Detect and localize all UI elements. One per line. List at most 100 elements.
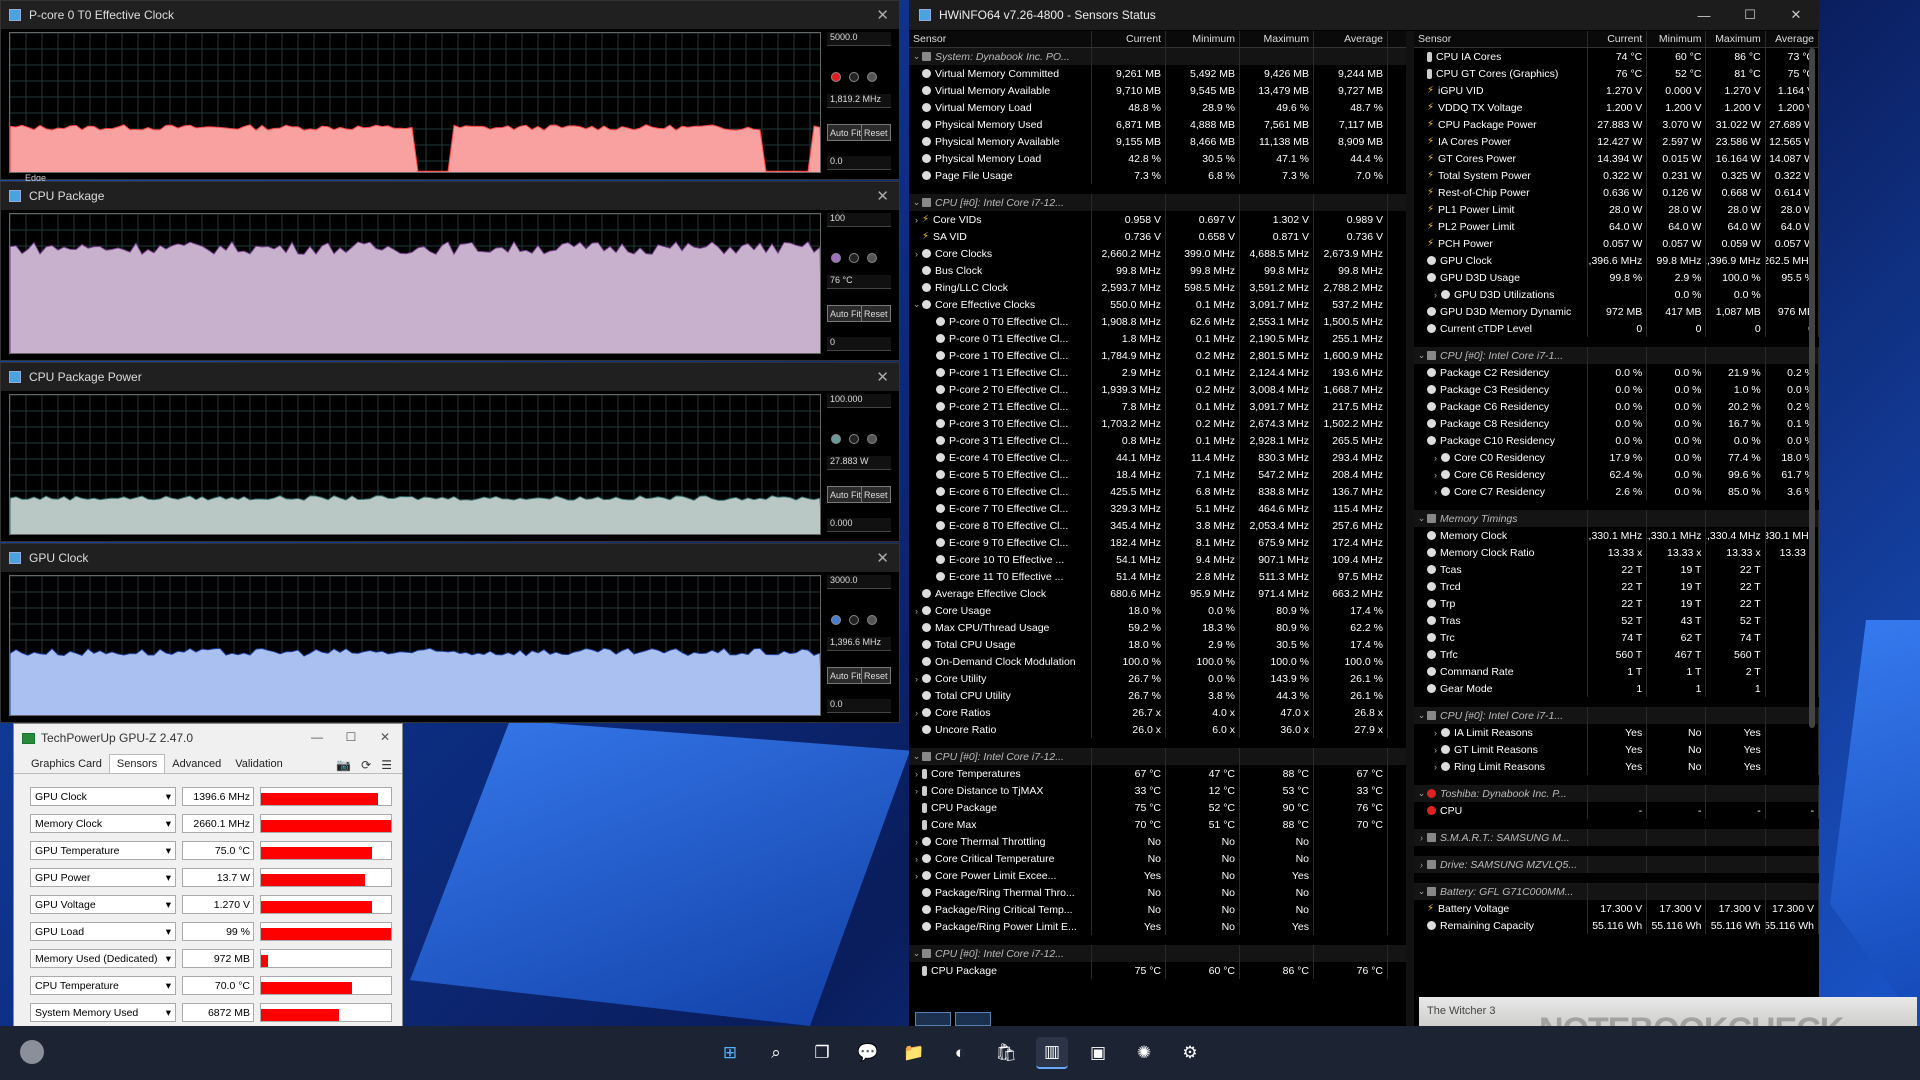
sensor-row[interactable]: Trfc 560 T 467 T 560 T [1414, 646, 1819, 663]
sensor-row[interactable]: Memory Clock 1,330.1 MHz 1,330.1 MHz 1,330.… [1414, 527, 1819, 544]
sensor-row[interactable]: P-core 3 T1 Effective Cl... 0.8 MHz 0.1 MH… [909, 432, 1406, 449]
sensor-row[interactable]: ⚡ SA VID 0.736 V 0.658 V 0.871 V 0.736 V [909, 228, 1406, 245]
sensor-row[interactable]: P-core 2 T0 Effective Cl... 1,939.3 MHz 0.… [909, 381, 1406, 398]
sensor-row[interactable]: E-core 8 T0 Effective Cl... 345.4 MHz 3.8 … [909, 517, 1406, 534]
expand-icon[interactable]: › [911, 215, 922, 225]
sensor-row[interactable]: › GT Limit Reasons Yes No Yes [1414, 741, 1819, 758]
sensor-row[interactable]: CPU GT Cores (Graphics) 76 °C 52 °C 81 °C 75… [1414, 65, 1819, 82]
sensor-row[interactable]: › Core Usage 18.0 % 0.0 % 80.9 % 17.4 % [909, 602, 1406, 619]
sensor-row[interactable]: P-core 2 T1 Effective Cl... 7.8 MHz 0.1 MH… [909, 398, 1406, 415]
color-swatch[interactable] [831, 253, 841, 263]
column-header-current[interactable]: Current [1588, 31, 1648, 47]
sensor-row[interactable]: ⚡ Total System Power 0.322 W 0.231 W 0.325 W… [1414, 167, 1819, 184]
expand-icon[interactable]: › [911, 769, 922, 779]
tab-advanced[interactable]: Advanced [165, 755, 228, 773]
close-button[interactable]: ✕ [1773, 0, 1819, 30]
sensor-row[interactable]: Page File Usage 7.3 % 6.8 % 7.3 % 7.0 % [909, 167, 1406, 184]
collapse-icon[interactable]: ⌄ [1416, 513, 1427, 524]
sensor-group-row[interactable]: ⌄ Toshiba: Dynabook Inc. P... [1414, 785, 1819, 802]
app-icon[interactable]: ⚙ [1174, 1037, 1206, 1069]
sensor-row[interactable]: On-Demand Clock Modulation 100.0 % 100.0 %… [909, 653, 1406, 670]
expand-icon[interactable]: › [911, 837, 922, 847]
sensor-row[interactable]: Trcd 22 T 19 T 22 T [1414, 578, 1819, 595]
sensor-row[interactable]: E-core 4 T0 Effective Cl... 44.1 MHz 11.4 … [909, 449, 1406, 466]
sensor-row[interactable]: › Core Power Limit Excee... Yes No Yes [909, 867, 1406, 884]
color-swatch[interactable] [849, 615, 859, 625]
sensor-select[interactable]: Memory Clock ▾ [30, 814, 176, 833]
auto-fit-button[interactable]: Auto Fit [827, 124, 865, 141]
auto-fit-button[interactable]: Auto Fit [827, 486, 865, 503]
sensor-row[interactable]: ⌄ Core Effective Clocks 550.0 MHz 0.1 MHz 3,… [909, 296, 1406, 313]
sensor-group-row[interactable]: ⌄ CPU [#0]: Intel Core i7-1... [1414, 707, 1819, 724]
sensor-row[interactable]: Uncore Ratio 26.0 x 6.0 x 36.0 x 27.9 x [909, 721, 1406, 738]
sensor-row[interactable]: Package C6 Residency 0.0 % 0.0 % 20.2 % 0.2 … [1414, 398, 1819, 415]
edge-icon[interactable]: ◐ [944, 1037, 976, 1069]
close-button[interactable]: ✕ [368, 724, 402, 750]
sensor-group-row[interactable]: ⌄ CPU [#0]: Intel Core i7-1... [1414, 347, 1819, 364]
reset-button[interactable]: Reset [861, 667, 891, 684]
sensor-pane-left[interactable]: Sensor Current Minimum Maximum Average ⌄ Syste… [909, 31, 1406, 1024]
sensor-row[interactable]: GPU D3D Usage 99.8 % 2.9 % 100.0 % 95.5 % [1414, 269, 1819, 286]
close-icon[interactable]: ✕ [876, 549, 889, 567]
tab-sensors[interactable]: Sensors [108, 754, 166, 773]
sensor-row[interactable]: E-core 7 T0 Effective Cl... 329.3 MHz 5.1 … [909, 500, 1406, 517]
sensor-row[interactable]: ⚡ PCH Power 0.057 W 0.057 W 0.059 W 0.057 W [1414, 235, 1819, 252]
collapse-icon[interactable]: ⌄ [911, 51, 922, 62]
sensor-pane-right[interactable]: Sensor Current Minimum Maximum Average CPU IA… [1414, 31, 1819, 997]
close-icon[interactable]: ✕ [876, 187, 889, 205]
sensor-row[interactable]: ⚡ VDDQ TX Voltage 1.200 V 1.200 V 1.200 V 1.2… [1414, 99, 1819, 116]
sensor-row[interactable]: Package C2 Residency 0.0 % 0.0 % 21.9 % 0.2 … [1414, 364, 1819, 381]
sensor-row[interactable]: P-core 1 T1 Effective Cl... 2.9 MHz 0.1 MH… [909, 364, 1406, 381]
expand-icon[interactable]: › [1430, 745, 1441, 755]
sensor-row[interactable]: Current cTDP Level0000 [1414, 320, 1819, 337]
sensor-row[interactable]: CPU - - - - [1414, 802, 1819, 819]
color-swatch[interactable] [849, 434, 859, 444]
scrollbar[interactable] [1809, 48, 1815, 728]
sensor-row[interactable]: Package/Ring Power Limit E... Yes No Yes [909, 918, 1406, 935]
close-icon[interactable]: ✕ [876, 6, 889, 24]
sensor-row[interactable]: GPU Clock1,396.6 MHz99.8 MHz1,396.9 MHz1… [1414, 252, 1819, 269]
auto-fit-button[interactable]: Auto Fit [827, 305, 865, 322]
sensor-row[interactable]: GPU D3D Memory Dynamic 972 MB 417 MB 1,087 … [1414, 303, 1819, 320]
expand-icon[interactable]: › [1430, 470, 1441, 480]
sensor-row[interactable]: P-core 0 T1 Effective Cl... 1.8 MHz 0.1 MH… [909, 330, 1406, 347]
refresh-icon[interactable]: ⟳ [361, 758, 371, 772]
sensor-row[interactable]: Tras 52 T 43 T 52 T [1414, 612, 1819, 629]
expand-icon[interactable]: › [1430, 728, 1441, 738]
store-icon[interactable]: 🛍 [990, 1037, 1022, 1069]
sensor-select[interactable]: GPU Voltage ▾ [30, 895, 176, 914]
color-swatch[interactable] [831, 615, 841, 625]
expand-icon[interactable]: › [911, 674, 922, 684]
column-header-minimum[interactable]: Minimum [1166, 31, 1240, 47]
collapse-icon[interactable]: ⌄ [1416, 788, 1427, 799]
collapse-icon[interactable]: ⌄ [1416, 350, 1427, 361]
expand-icon[interactable]: › [1430, 453, 1441, 463]
expand-icon[interactable]: › [911, 854, 922, 864]
column-header-sensor[interactable]: Sensor [1414, 31, 1588, 47]
sensor-row[interactable]: Virtual Memory Committed 9,261 MB 5,492 MB… [909, 65, 1406, 82]
sensor-row[interactable]: P-core 1 T0 Effective Cl... 1,784.9 MHz 0.… [909, 347, 1406, 364]
color-swatch[interactable] [831, 72, 841, 82]
sensor-row[interactable]: Package C10 Residency 0.0 % 0.0 % 0.0 % 0.0 … [1414, 432, 1819, 449]
sensor-group-row[interactable]: › Drive: SAMSUNG MZVLQ5... [1414, 856, 1819, 873]
sensor-row[interactable]: CPU Package 75 °C 52 °C 90 °C 76 °C [909, 799, 1406, 816]
sensor-group-row[interactable]: ⌄ CPU [#0]: Intel Core i7-12... [909, 748, 1406, 765]
sensor-row[interactable]: Command Rate 1 T1 T2 T [1414, 663, 1819, 680]
sensor-row[interactable]: Physical Memory Available 9,155 MB 8,466 M… [909, 133, 1406, 150]
sensor-row[interactable]: › GPU D3D Utilizations 0.0 % 0.0 % [1414, 286, 1819, 303]
sensor-select[interactable]: GPU Load ▾ [30, 922, 176, 941]
sensor-group-row[interactable]: ⌄ CPU [#0]: Intel Core i7-12... [909, 945, 1406, 962]
color-swatch[interactable] [867, 615, 877, 625]
sensor-row[interactable]: Package C3 Residency 0.0 % 0.0 % 1.0 % 0.0 % [1414, 381, 1819, 398]
sensor-row[interactable]: › IA Limit Reasons Yes No Yes [1414, 724, 1819, 741]
sensor-row[interactable]: ⚡ PL1 Power Limit 28.0 W 28.0 W 28.0 W 28.0 W [1414, 201, 1819, 218]
sensor-row[interactable]: Total CPU Usage 18.0 % 2.9 % 30.5 % 17.4 % [909, 636, 1406, 653]
sensor-row[interactable]: Remaining Capacity 55.116 Wh 55.116 Wh 55.1… [1414, 917, 1819, 934]
column-header-minimum[interactable]: Minimum [1647, 31, 1707, 47]
sensor-row[interactable]: Virtual Memory Load 48.8 % 28.9 % 49.6 % 48.… [909, 99, 1406, 116]
sensor-select[interactable]: Memory Used (Dedicated) ▾ [30, 949, 176, 968]
column-header-maximum[interactable]: Maximum [1706, 31, 1766, 47]
color-swatch[interactable] [867, 253, 877, 263]
sensor-select[interactable]: GPU Clock ▾ [30, 787, 176, 806]
column-header-current[interactable]: Current [1092, 31, 1166, 47]
